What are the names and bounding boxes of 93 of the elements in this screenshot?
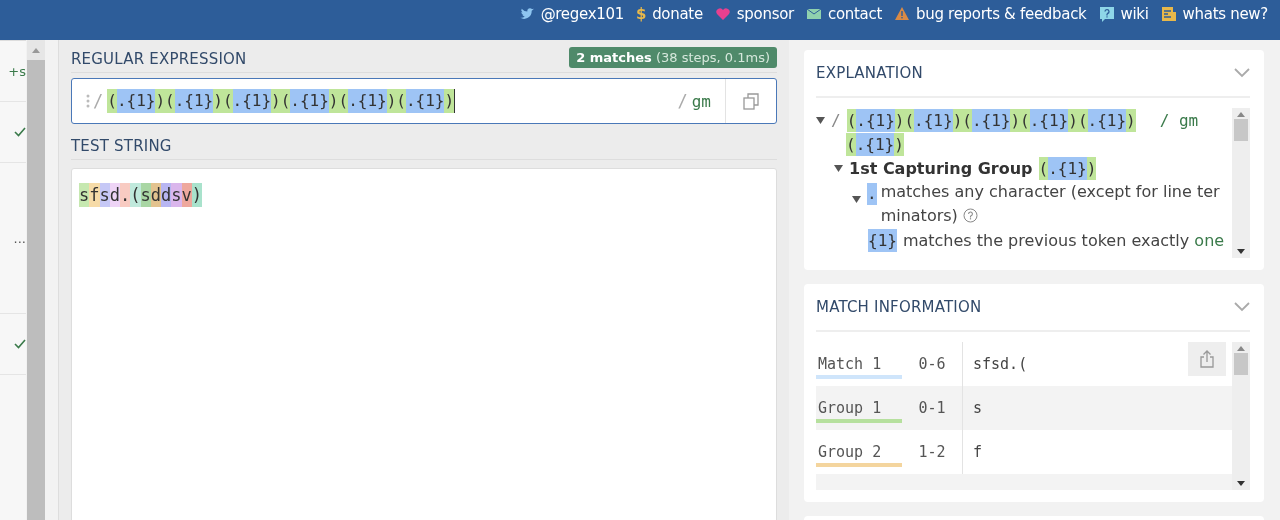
regex-token: ) [1010,108,1021,132]
help-icon[interactable] [962,208,978,223]
check-icon [14,339,26,349]
match-label: Match 1 [816,355,902,379]
regex-token: ) [894,108,905,132]
scroll-down-icon[interactable] [1237,249,1245,254]
highlighted-char: ( [130,183,141,207]
regex-token: ( [904,108,915,132]
header-link[interactable]: sponsor [714,5,794,23]
scrollbar[interactable] [27,40,45,520]
sponsor-icon [714,6,731,22]
regex-token: ) [1086,156,1097,180]
header-link[interactable]: wiki [1098,5,1149,23]
regex-token: ( [846,108,857,132]
regex-token: {1} [868,228,897,252]
flags-text: / gm [1159,110,1199,130]
highlighted-char: s [79,183,90,207]
regex-token: .{1} [1029,108,1069,132]
delimiter-text: / [831,110,841,130]
header-link[interactable]: $ donate [636,5,703,23]
regex-token: .{1} [1048,156,1087,180]
regex-token: .{1} [971,108,1011,132]
match-range: 0-1 [917,399,947,417]
highlighted-char: d [109,183,120,207]
regex-token: ( [846,132,856,156]
wiki-icon [1098,6,1115,22]
scroll-up-icon[interactable] [1237,346,1245,351]
scroll-up-icon[interactable] [32,47,40,53]
copy-icon[interactable] [743,92,759,110]
scrollbar[interactable] [1232,108,1250,258]
highlighted-char: f [89,183,100,207]
match-count-badge: 2 matches (38 steps, 0.1ms) [569,46,777,68]
contact-icon [805,6,822,22]
sidebar-text: +s [8,63,26,79]
section-title: MATCH INFORMATION [816,298,982,316]
scroll-thumb[interactable] [1234,353,1248,375]
highlighted-char: s [171,183,182,207]
highlighted-char: . [120,183,131,207]
match-value: sfsd.( [973,355,1028,373]
header-link[interactable]: whats new? [1160,5,1268,23]
highlighted-char: s [140,183,151,207]
match-label: Group 1 [816,399,902,423]
match-value: s [973,399,983,417]
regex-token: ( [1077,108,1088,132]
header-link[interactable]: bug reports & feedback [894,5,1087,23]
regex-token: .{1} [855,132,895,156]
caret-icon[interactable] [816,116,825,124]
regex-token: .{1} [914,108,953,132]
caret-icon[interactable] [834,164,843,172]
highlighted-char: ) [191,183,202,207]
regex-token: .{1} [1087,108,1127,132]
share-icon [1199,350,1215,368]
check-icon [14,127,26,137]
highlighted-char: s [99,183,110,207]
match-range: 0-6 [917,355,947,373]
regex-token: . [867,183,877,205]
regex-token: ) [1068,108,1078,132]
caret-icon[interactable] [852,196,861,203]
regex-token: ) [1126,108,1136,132]
section-title: REGULAR EXPRESSION [71,50,247,68]
explanation-text: matches any character (except for line terminators) [880,181,1221,227]
regex-token: .{1} [856,108,895,132]
regex-token: ) [952,108,963,132]
drag-handle-icon[interactable] [86,94,90,108]
scroll-thumb[interactable] [1234,119,1248,141]
explanation-text: matches the previous token exactly one [902,230,1225,250]
share-button[interactable] [1188,342,1226,376]
chevron-icon[interactable] [1234,302,1250,312]
test-string-input[interactable]: sfsd.(sddsv) [71,168,777,520]
highlighted-char: v [181,183,192,207]
header-link[interactable]: contact [805,5,882,23]
section-title: TEST STRING [71,137,172,155]
regex-token: ) [894,132,904,156]
header-link[interactable]: @regex101 [518,5,624,23]
regex-token: ( [1038,156,1049,180]
twitter-icon [518,6,535,22]
dollar-icon: $ [636,5,647,23]
scrollbar[interactable] [1232,342,1250,490]
match-label: Group 2 [816,443,902,467]
scroll-down-icon[interactable] [1237,481,1245,486]
regex-token: ( [962,108,972,132]
regex-token: ( [1020,108,1030,132]
scroll-up-icon[interactable] [1237,112,1245,117]
section-title: EXPLANATION [816,64,923,82]
sidebar-text: ... [13,230,26,246]
group-label: 1st Capturing Group [849,158,1033,178]
match-value: f [973,443,983,461]
chevron-icon[interactable] [1234,68,1250,78]
highlighted-char: d [150,183,161,207]
flags-text[interactable]: gm [691,91,711,111]
highlighted-char: d [161,183,172,207]
regex-input[interactable]: / (.{1})(.{1})(.{1})(.{1})(.{1})(.{1}) / gm [71,78,777,124]
match-range: 1-2 [917,443,947,461]
